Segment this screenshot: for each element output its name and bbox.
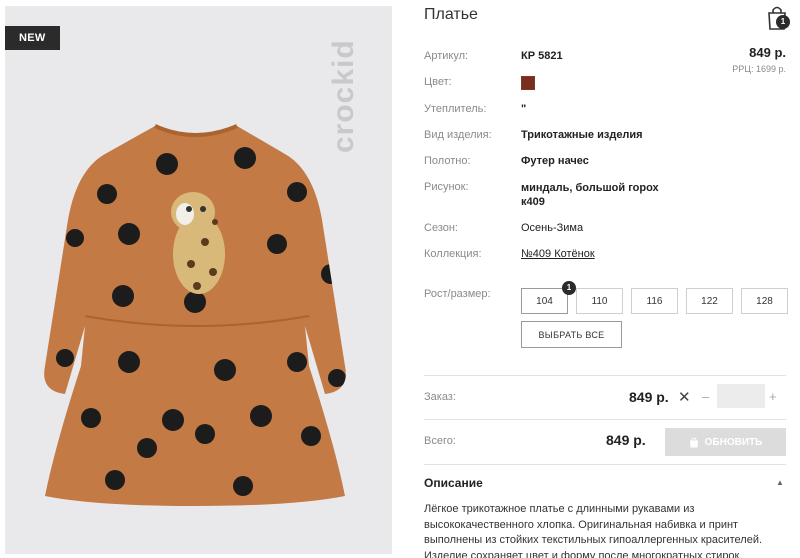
rrp-price: РРЦ: 1699 р. <box>732 64 786 74</box>
attr-value-season: Осень-Зима <box>521 222 584 234</box>
cart-count-badge: 1 <box>776 15 790 29</box>
select-all-button[interactable]: ВЫБРАТЬ ВСЕ <box>521 321 622 348</box>
bag-icon <box>689 437 698 447</box>
divider <box>424 464 786 465</box>
attr-value-fabric: Футер начес <box>521 155 589 167</box>
description-text: Лёгкое трикотажное платье с длинными рук… <box>424 503 763 558</box>
size-options: 104 1 110 116 122 128 <box>521 281 788 314</box>
divider <box>424 419 786 420</box>
size-label: Рост/размер: <box>424 288 491 300</box>
divider <box>424 375 786 376</box>
product-title: Платье <box>424 6 478 23</box>
size-option-128[interactable]: 128 <box>741 288 788 314</box>
update-button[interactable]: ОБНОВИТЬ <box>665 428 786 456</box>
total-price: 849 р. <box>606 432 646 448</box>
product-image[interactable]: NEW crockid <box>5 6 392 554</box>
product-price: 849 р. <box>749 45 786 60</box>
brand-watermark: crockid <box>327 39 360 153</box>
product-page: NEW crockid Платье 1 Артикул: КР 5821 84… <box>0 0 800 558</box>
size-option-104[interactable]: 104 1 <box>521 281 576 314</box>
attr-label-season: Сезон: <box>424 222 458 234</box>
size-option-116[interactable]: 116 <box>631 288 678 314</box>
description-heading[interactable]: Описание <box>424 476 483 490</box>
quantity-input[interactable] <box>717 384 765 408</box>
attr-value-article: КР 5821 <box>521 50 563 62</box>
size-option-122[interactable]: 122 <box>686 288 733 314</box>
attr-label-type: Вид изделия: <box>424 129 492 141</box>
attr-label-article: Артикул: <box>424 50 469 62</box>
order-price: 849 р. <box>629 389 669 405</box>
caret-up-icon[interactable]: ▲ <box>776 478 784 487</box>
remove-icon[interactable]: ✕ <box>678 388 691 406</box>
size-qty-badge: 1 <box>562 281 576 295</box>
attr-label-color: Цвет: <box>424 76 452 88</box>
attr-value-type: Трикотажные изделия <box>521 129 643 141</box>
new-badge: NEW <box>5 26 60 50</box>
attr-label-pattern: Рисунок: <box>424 181 469 193</box>
collection-link[interactable]: №409 Котёнок <box>521 248 595 260</box>
color-swatch[interactable] <box>521 76 535 90</box>
attr-label-fabric: Полотно: <box>424 155 471 167</box>
attr-value-insulation: " <box>521 103 527 115</box>
size-option-110[interactable]: 110 <box>576 288 623 314</box>
increment-button[interactable]: + <box>769 389 777 404</box>
attr-label-collection: Коллекция: <box>424 248 482 260</box>
decrement-button[interactable]: – <box>702 389 709 404</box>
attr-value-pattern: миндаль, большой горох к409 <box>521 182 659 208</box>
order-label: Заказ: <box>424 391 456 403</box>
attr-label-insulation: Утеплитель: <box>424 103 487 115</box>
total-label: Всего: <box>424 435 456 447</box>
